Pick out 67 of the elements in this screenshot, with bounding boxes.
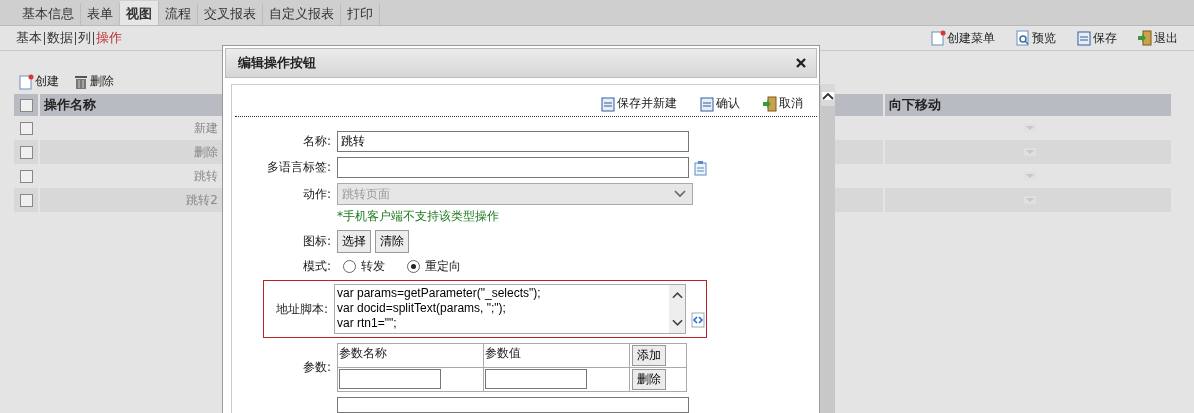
description-field[interactable]: [337, 397, 689, 413]
checkbox[interactable]: [19, 169, 33, 183]
column-header: 参数名称: [338, 344, 484, 367]
chevron-down-icon: [674, 190, 686, 198]
new-document-icon: [18, 73, 34, 90]
field-label: 名称:: [301, 133, 332, 150]
door-exit-icon: [762, 95, 778, 112]
toolbar-button[interactable]: 删除: [73, 73, 114, 90]
table-cell: 删除: [194, 143, 218, 161]
door-exit-icon: [1137, 30, 1153, 46]
toolbar-button[interactable]: 保存: [1076, 29, 1117, 47]
tab[interactable]: 交叉报表: [198, 3, 263, 25]
tab[interactable]: 流程: [159, 3, 198, 25]
new-document-icon: [930, 30, 946, 46]
field-label: 动作:: [301, 185, 332, 203]
table-cell: 新建: [194, 119, 218, 137]
field-label: 模式:: [301, 258, 332, 275]
code-document-icon[interactable]: [690, 312, 706, 328]
checkbox[interactable]: [19, 193, 33, 207]
icon-button[interactable]: 选择: [337, 230, 371, 253]
column-header: 参数值: [484, 344, 630, 367]
tab[interactable]: 自定义报表: [263, 3, 341, 25]
warning-note: *手机客户端不支持该类型操作: [337, 208, 499, 225]
field-label: 参数:: [301, 359, 332, 376]
tab[interactable]: 打印: [341, 3, 380, 25]
column-header: 向下移动: [885, 94, 1171, 116]
radio-option[interactable]: 转发: [343, 258, 385, 275]
toolbar-button[interactable]: 保存并新建: [600, 95, 677, 112]
param-value-input[interactable]: [485, 369, 587, 389]
toolbar-button[interactable]: 创建: [18, 73, 59, 90]
tab[interactable]: 视图: [120, 1, 159, 25]
toolbar-button[interactable]: 预览: [1015, 29, 1056, 47]
script-field[interactable]: var params=getParameter("_selects"); var docid=splitText(params, ";"); var rtn1="";: [334, 284, 686, 334]
field-label: 地址脚本:: [274, 300, 329, 318]
toolbar-button[interactable]: 取消: [762, 95, 803, 112]
field-label: 多语言标签:: [265, 159, 332, 176]
radio-button[interactable]: [343, 260, 356, 273]
label-input[interactable]: [337, 157, 689, 178]
subnav-link[interactable]: 数据: [47, 29, 73, 47]
table-cell: 跳转2: [186, 191, 218, 209]
subnav-link[interactable]: 列: [78, 29, 91, 47]
toolbar-button[interactable]: 退出: [1137, 29, 1178, 47]
field-label: 图标:: [301, 233, 332, 250]
checkbox[interactable]: [19, 145, 33, 159]
scroll-up-icon[interactable]: [822, 92, 834, 100]
subnav-link[interactable]: 操作: [96, 29, 122, 47]
checkbox[interactable]: [19, 98, 33, 112]
add-button[interactable]: 添加: [632, 345, 666, 366]
param-name-input[interactable]: [339, 369, 441, 389]
toolbar-button[interactable]: 创建菜单: [930, 29, 995, 47]
tab[interactable]: 基本信息: [16, 3, 81, 25]
clipboard-icon[interactable]: [693, 159, 709, 176]
document-magnifier-icon: [1015, 30, 1031, 46]
trash-can-icon: [73, 73, 89, 90]
delete-button[interactable]: 删除: [632, 369, 666, 390]
scroll-up-icon[interactable]: [671, 291, 683, 299]
icon-button[interactable]: 清除: [375, 230, 409, 253]
scroll-down-icon[interactable]: [671, 319, 683, 327]
dialog-title: 编辑操作按钮: [238, 54, 316, 72]
subnav-link[interactable]: 基本: [16, 29, 42, 47]
table-cell: 跳转: [194, 167, 218, 185]
toolbar-button[interactable]: 确认: [699, 95, 740, 112]
close-icon[interactable]: [796, 58, 806, 68]
name-input[interactable]: 跳转: [337, 131, 689, 152]
checkbox[interactable]: [19, 121, 33, 135]
radio-option[interactable]: 重定向: [407, 258, 461, 275]
radio-button[interactable]: [407, 260, 420, 273]
